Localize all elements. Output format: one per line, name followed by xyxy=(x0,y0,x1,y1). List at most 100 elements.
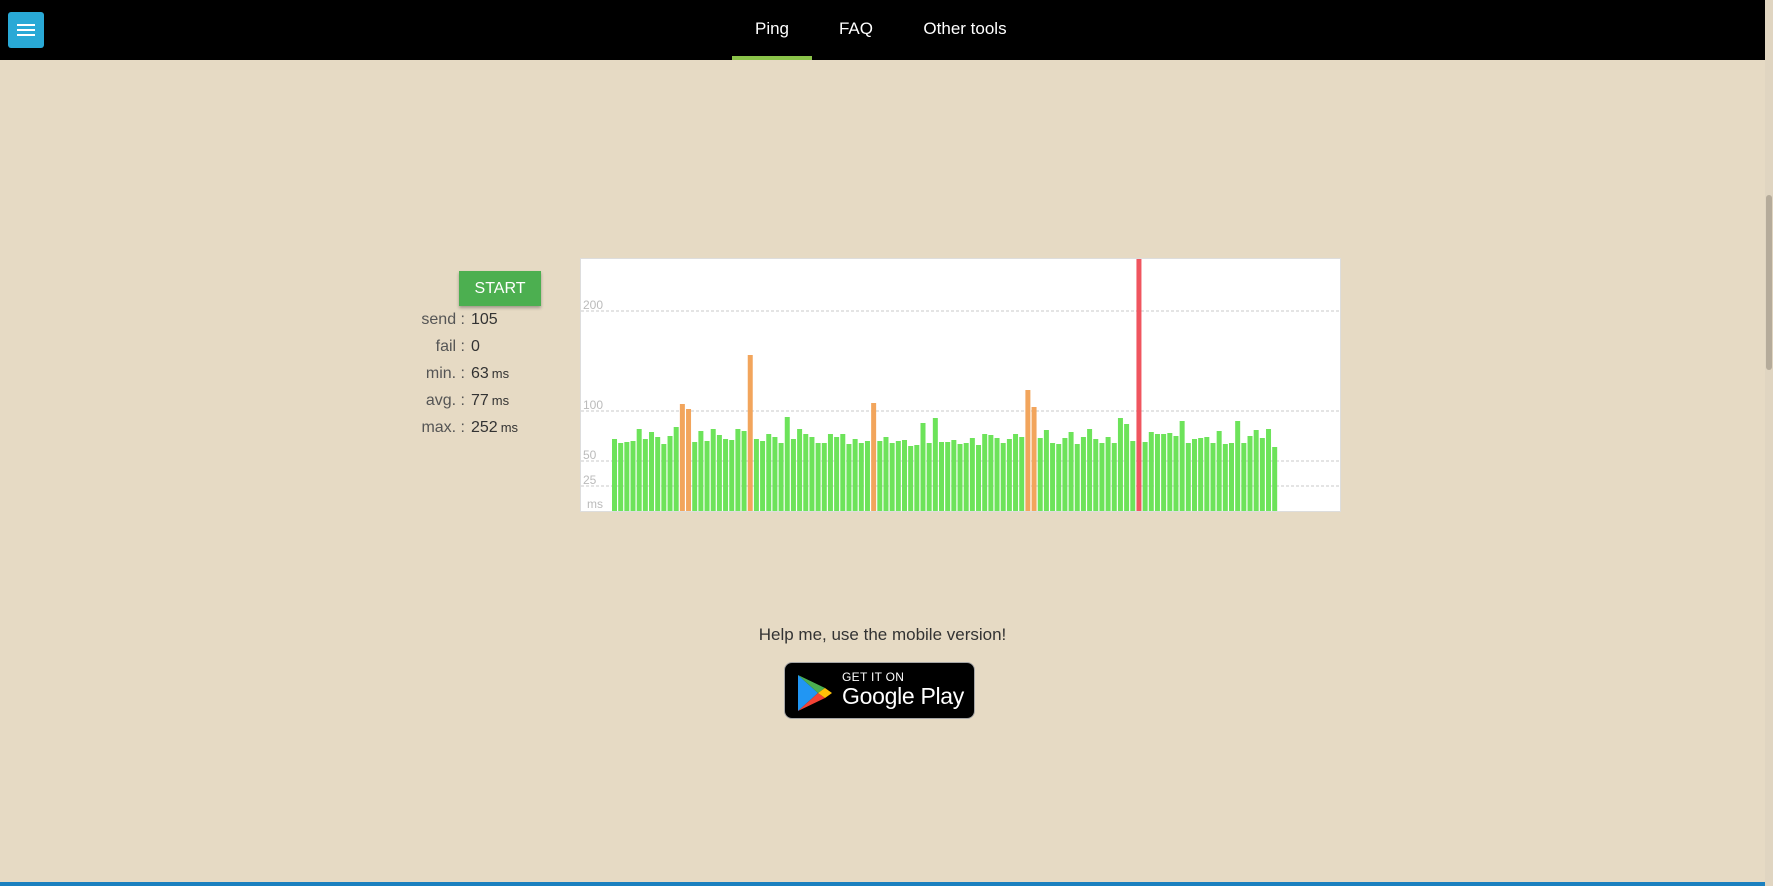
stat-max-value: 252 xyxy=(471,419,498,436)
ping-bar xyxy=(686,409,692,511)
google-play-badge[interactable]: GET IT ON Google Play xyxy=(784,662,975,719)
ping-bar xyxy=(976,445,982,511)
ping-bar xyxy=(883,437,889,511)
y-tick-label: 50 xyxy=(583,448,597,462)
nav-tab-ping[interactable]: Ping xyxy=(732,0,812,60)
menu-icon-line xyxy=(17,29,35,31)
ping-bar xyxy=(889,443,895,511)
ping-bar xyxy=(723,439,729,511)
stat-send-value: 105 xyxy=(471,311,498,328)
ping-bar xyxy=(741,431,747,511)
stat-max-value-group: 252 ms xyxy=(471,419,518,437)
ping-bar xyxy=(1130,441,1136,511)
ping-bar xyxy=(704,441,710,511)
stat-send: send : 105 xyxy=(392,311,592,338)
ping-stats: send : 105 fail : 0 min. : 63 ms avg. : 7… xyxy=(392,311,592,446)
ping-bar xyxy=(716,435,722,511)
ping-bar xyxy=(710,429,716,511)
ping-bar xyxy=(932,418,938,511)
page-scrollbar[interactable] xyxy=(1765,0,1773,886)
ping-bar xyxy=(951,440,957,511)
y-tick-label: 200 xyxy=(583,298,603,312)
ping-bar xyxy=(809,437,815,511)
stat-fail-value: 0 xyxy=(471,338,480,355)
google-play-icon xyxy=(798,675,832,711)
ping-bar xyxy=(1253,430,1259,511)
ping-bar xyxy=(766,434,772,511)
ping-bar xyxy=(1080,437,1086,511)
ping-bar xyxy=(1050,443,1056,511)
nav-tab-other-tools[interactable]: Other tools xyxy=(918,0,1012,60)
ping-bar xyxy=(1154,434,1160,511)
ping-bar xyxy=(1056,444,1062,511)
ping-bar xyxy=(864,441,870,511)
stat-max-unit: ms xyxy=(500,420,519,435)
ping-bar xyxy=(1013,434,1019,511)
ping-bar xyxy=(988,435,994,511)
bottom-accent-line xyxy=(0,882,1765,886)
ping-bar xyxy=(1142,442,1148,511)
ping-bar xyxy=(939,442,945,511)
ping-bar xyxy=(1068,432,1074,511)
stat-avg-value: 77 xyxy=(471,392,489,409)
ping-bar xyxy=(834,437,840,511)
ping-bar xyxy=(1210,443,1216,511)
ping-bar xyxy=(908,446,914,511)
stat-send-label: send : xyxy=(421,311,465,328)
ping-bar xyxy=(630,441,636,511)
ping-bar xyxy=(815,443,821,511)
stat-max: max. : 252 ms xyxy=(392,419,592,446)
ping-bar xyxy=(945,442,951,511)
stat-avg-value-group: 77 ms xyxy=(471,392,509,410)
ping-bar xyxy=(747,355,753,511)
ping-bar xyxy=(1043,430,1049,511)
ping-bar xyxy=(1087,429,1093,511)
ping-chart-svg: 25 50 100 200 ms xyxy=(581,259,1340,511)
ping-bar xyxy=(778,443,784,511)
ping-bar xyxy=(846,444,852,511)
ping-bar xyxy=(760,441,766,511)
badge-small-text: GET IT ON xyxy=(842,670,905,684)
ping-bar xyxy=(698,431,704,511)
ping-bar xyxy=(1204,437,1210,511)
ping-bar xyxy=(636,429,642,511)
ping-bar xyxy=(852,439,858,511)
ping-bar xyxy=(790,439,796,511)
menu-icon xyxy=(17,24,35,26)
ping-bar xyxy=(1222,444,1228,511)
ping-bar xyxy=(649,432,655,511)
ping-bar xyxy=(1191,439,1197,511)
nav-tab-faq[interactable]: FAQ xyxy=(830,0,882,60)
ping-bar xyxy=(1124,424,1130,511)
ping-bar xyxy=(661,444,667,511)
ping-bar xyxy=(729,440,735,511)
hamburger-menu-button[interactable] xyxy=(8,12,44,48)
stat-min-value: 63 xyxy=(471,365,489,382)
ping-bar xyxy=(1266,429,1272,511)
ping-bar xyxy=(827,434,833,511)
menu-icon-line xyxy=(17,34,35,36)
stat-min-value-group: 63 ms xyxy=(471,365,509,383)
ping-bar xyxy=(1031,407,1037,511)
stat-min-unit: ms xyxy=(491,366,510,381)
stat-avg: avg. : 77 ms xyxy=(392,392,592,419)
ping-bar xyxy=(673,427,679,511)
start-button[interactable]: START xyxy=(459,271,541,306)
ping-bar xyxy=(655,437,661,511)
ping-bar xyxy=(840,434,846,511)
ping-bar xyxy=(858,443,864,511)
stat-avg-unit: ms xyxy=(491,393,510,408)
ping-bar xyxy=(1247,436,1253,511)
ping-bar xyxy=(1062,438,1068,511)
y-unit-label: ms xyxy=(587,497,603,511)
ping-bar xyxy=(692,442,698,511)
ping-bar xyxy=(920,423,926,511)
ping-bar xyxy=(1198,438,1204,511)
ping-bar xyxy=(1074,444,1080,511)
ping-bar xyxy=(1185,443,1191,511)
ping-bar xyxy=(1000,443,1006,511)
ping-bar xyxy=(926,443,932,511)
scrollbar-thumb[interactable] xyxy=(1766,195,1772,370)
ping-bar xyxy=(1117,418,1123,511)
ping-bar xyxy=(784,417,790,511)
